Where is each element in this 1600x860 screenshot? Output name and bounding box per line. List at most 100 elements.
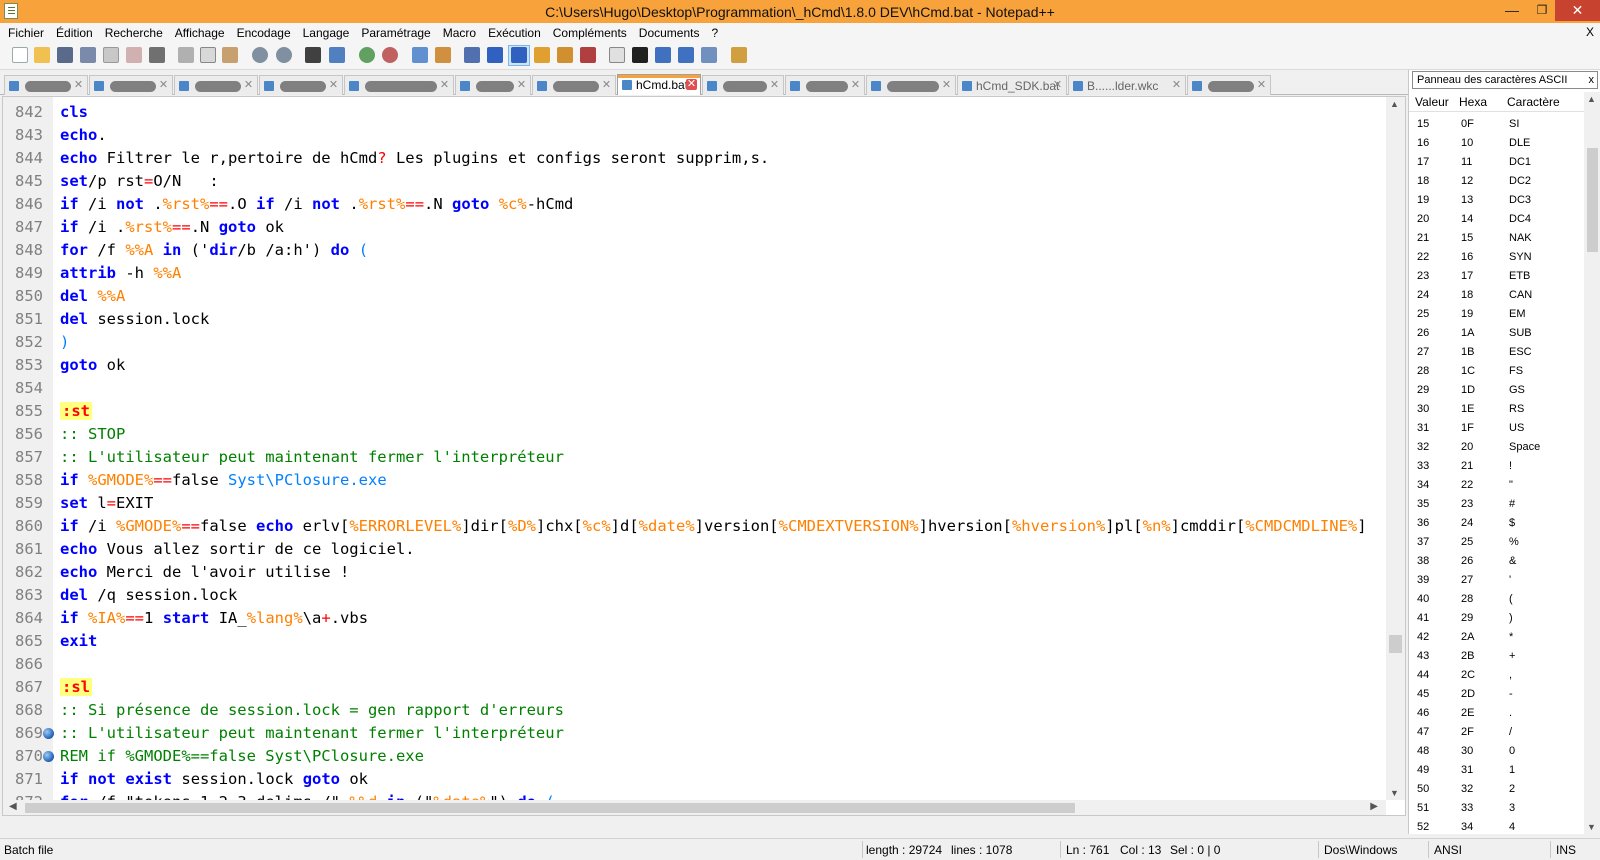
restore-button[interactable]: ❐	[1527, 0, 1557, 21]
document-tab[interactable]: ✕	[455, 75, 531, 95]
close-window-button[interactable]: ✕	[1555, 0, 1600, 21]
ascii-row[interactable]: 29 1D GS	[1409, 381, 1584, 400]
code-line[interactable]: 844 echo Filtrer le r,pertoire de hCmd? L…	[3, 147, 1388, 170]
menu-documents[interactable]: Documents	[639, 26, 700, 40]
document-tab[interactable]: ✕	[89, 75, 173, 95]
sync-vertical-icon[interactable]	[412, 47, 428, 63]
tab-close-icon[interactable]: ✕	[769, 80, 780, 91]
code-line[interactable]: 866	[3, 653, 1388, 676]
bookmark-icon[interactable]	[43, 751, 54, 762]
code-line[interactable]: 869:: L'utilisateur peut maintenant ferm…	[3, 722, 1388, 745]
close-all-icon[interactable]	[126, 47, 142, 63]
code-line[interactable]: 849 attrib -h %%A	[3, 262, 1388, 285]
cut-icon[interactable]	[178, 47, 194, 63]
ascii-row[interactable]: 34 22 "	[1409, 476, 1584, 495]
code-line[interactable]: 843 echo.	[3, 124, 1388, 147]
menu-fichier[interactable]: Fichier	[8, 26, 44, 40]
new-file-icon[interactable]	[12, 47, 28, 63]
user-defined-language-icon[interactable]	[534, 47, 550, 63]
close-icon[interactable]	[103, 47, 119, 63]
ascii-row[interactable]: 48 30 0	[1409, 742, 1584, 761]
ascii-row[interactable]: 30 1E RS	[1409, 400, 1584, 419]
ascii-row[interactable]: 16 10 DLE	[1409, 134, 1584, 153]
save-all-icon[interactable]	[80, 47, 96, 63]
doc-map-icon[interactable]	[557, 47, 573, 63]
menu-recherche[interactable]: Recherche	[105, 26, 163, 40]
run-icon[interactable]	[731, 47, 747, 63]
scroll-down-arrow-icon[interactable]: ▼	[1587, 822, 1596, 832]
function-list-icon[interactable]	[580, 47, 596, 63]
ascii-row[interactable]: 28 1C FS	[1409, 362, 1584, 381]
ascii-row[interactable]: 21 15 NAK	[1409, 229, 1584, 248]
run-macro-multiple-icon[interactable]	[678, 47, 694, 63]
ascii-row[interactable]: 41 29)	[1409, 609, 1584, 628]
ascii-row[interactable]: 51 33 3	[1409, 799, 1584, 818]
menu-encodage[interactable]: Encodage	[237, 26, 291, 40]
ascii-row[interactable]: 23 17 ETB	[1409, 267, 1584, 286]
save-icon[interactable]	[57, 47, 73, 63]
ascii-row[interactable]: 25 19 EM	[1409, 305, 1584, 324]
code-line[interactable]: 867:sl	[3, 676, 1388, 699]
editor-vertical-scrollbar[interactable]: ▲ ▼	[1386, 97, 1405, 800]
ascii-row[interactable]: 50 32 2	[1409, 780, 1584, 799]
code-line[interactable]: 855:st	[3, 400, 1388, 423]
code-line[interactable]: 848 for /f %%A in ('dir/b /a:h') do (	[3, 239, 1388, 262]
code-line[interactable]: 862 echo Merci de l'avoir utilise !	[3, 561, 1388, 584]
ascii-row[interactable]: 33 21!	[1409, 457, 1584, 476]
ascii-row[interactable]: 37 25%	[1409, 533, 1584, 552]
tab-builder-wkc[interactable]: B......lder.wkc ✕	[1068, 75, 1186, 95]
code-line[interactable]: 858 if %GMODE%==false Syst\PClosure.exe	[3, 469, 1388, 492]
scroll-right-arrow-icon[interactable]: ▶	[1370, 801, 1378, 812]
tab-close-icon[interactable]: ✕	[243, 80, 254, 91]
bookmark-icon[interactable]	[43, 728, 54, 739]
tab-close-icon[interactable]: ✕	[439, 80, 450, 91]
column-header-hexa[interactable]: Hexa	[1453, 92, 1501, 111]
code-line[interactable]: 850 del %%A	[3, 285, 1388, 308]
ascii-row[interactable]: 49 31 1	[1409, 761, 1584, 780]
word-wrap-icon[interactable]	[464, 47, 480, 63]
ascii-row[interactable]: 27 1B ESC	[1409, 343, 1584, 362]
ascii-row[interactable]: 32 20 Space	[1409, 438, 1584, 457]
open-file-icon[interactable]	[34, 47, 50, 63]
document-tab[interactable]: ✕	[702, 75, 784, 95]
code-line[interactable]: 842 cls	[3, 101, 1388, 124]
code-line[interactable]: 852)	[3, 331, 1388, 354]
status-encoding[interactable]: ANSI	[1434, 843, 1462, 857]
code-lines[interactable]: 842 cls 843 echo. 844 echo Filtrer le r,perto…	[3, 101, 1388, 814]
menu-parametrage[interactable]: Paramétrage	[361, 26, 430, 40]
sync-horizontal-icon[interactable]	[435, 47, 451, 63]
tab-close-icon[interactable]: ✕	[941, 80, 952, 91]
print-icon[interactable]	[149, 47, 165, 63]
ascii-row[interactable]: 39 27 '	[1409, 571, 1584, 590]
panel-scroll-thumb[interactable]	[1587, 148, 1598, 252]
ascii-row[interactable]: 31 1F US	[1409, 419, 1584, 438]
code-line[interactable]: 847 if /i .%rst%==.N goto ok	[3, 216, 1388, 239]
redo-icon[interactable]	[276, 47, 292, 63]
code-line[interactable]: 857:: L'utilisateur peut maintenant ferm…	[3, 446, 1388, 469]
document-tab[interactable]: ✕	[344, 75, 454, 95]
code-line[interactable]: 856:: STOP	[3, 423, 1388, 446]
save-macro-icon[interactable]	[701, 47, 717, 63]
stop-record-icon[interactable]	[632, 47, 648, 63]
ascii-row[interactable]: 42 2A *	[1409, 628, 1584, 647]
ascii-row[interactable]: 44 2C,	[1409, 666, 1584, 685]
minimize-button[interactable]: —	[1497, 0, 1527, 21]
document-tab[interactable]: ✕	[174, 75, 258, 95]
scroll-left-arrow-icon[interactable]: ◀	[9, 801, 17, 812]
document-tab[interactable]: ✕	[532, 75, 616, 95]
ascii-row[interactable]: 36 24 $	[1409, 514, 1584, 533]
tab-close-icon[interactable]: ✕	[328, 80, 339, 91]
tab-close-icon[interactable]: ✕	[850, 80, 861, 91]
status-insert-mode[interactable]: INS	[1556, 843, 1576, 857]
ascii-row[interactable]: 24 18 CAN	[1409, 286, 1584, 305]
tab-close-icon[interactable]: ✕	[73, 80, 84, 91]
document-tab[interactable]: ✕	[785, 75, 865, 95]
code-line[interactable]: 870 REM if %GMODE%==false Syst\PClosure.e…	[3, 745, 1388, 768]
ascii-row[interactable]: 38 26 &	[1409, 552, 1584, 571]
ascii-row[interactable]: 22 16 SYN	[1409, 248, 1584, 267]
ascii-row[interactable]: 26 1A SUB	[1409, 324, 1584, 343]
ascii-row[interactable]: 19 13 DC3	[1409, 191, 1584, 210]
code-line[interactable]: 859 set l=EXIT	[3, 492, 1388, 515]
panel-close-icon[interactable]: x	[1589, 72, 1595, 88]
menu-langage[interactable]: Langage	[303, 26, 350, 40]
